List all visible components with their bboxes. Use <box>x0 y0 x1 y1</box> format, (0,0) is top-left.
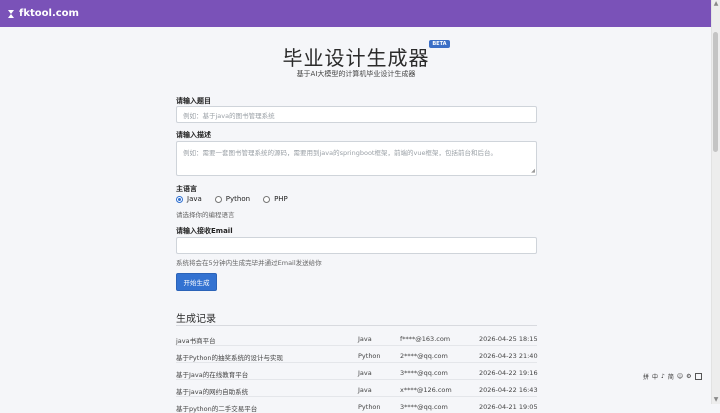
ime-grid-icon[interactable] <box>694 373 702 380</box>
ime-toolbar: 拼 中 ♪ 简 ☺ ⚙ <box>643 372 702 381</box>
radio-php-label: PHP <box>274 195 288 203</box>
topic-label: 请输入题目 <box>176 97 211 105</box>
ime-chinese-icon[interactable]: 中 <box>652 372 658 381</box>
record-name: 基于Java的在线教育平台 <box>176 371 249 379</box>
logo-text: fktool.com <box>19 8 79 19</box>
page-title-text: 毕业设计生成器 <box>282 46 430 70</box>
lang-label: 主语言 <box>176 185 197 193</box>
page-subtitle: 基于AI大模型的计算机毕业设计生成器 <box>296 70 416 78</box>
email-input[interactable] <box>176 237 537 254</box>
record-lang: Python <box>358 352 381 360</box>
page-title: 毕业设计生成器 BETA <box>282 40 450 71</box>
radio-java-dot[interactable] <box>176 195 183 203</box>
desc-label: 请输入描述 <box>176 131 211 139</box>
radio-python-dot[interactable] <box>214 195 222 203</box>
record-email: f****@163.com <box>400 335 451 343</box>
submit-button[interactable]: 开始生成 <box>176 273 217 291</box>
ime-settings-icon[interactable]: ⚙ <box>686 373 691 380</box>
desc-textarea[interactable]: 例如：需要一套图书管理系统的源码，需要用到java的springboot框架，前… <box>176 141 537 176</box>
desc-placeholder: 例如：需要一套图书管理系统的源码，需要用到java的springboot框架，前… <box>183 149 497 157</box>
radio-java-label: Java <box>187 195 202 203</box>
records-title: 生成记录 <box>176 314 216 325</box>
scrollbar-thumb[interactable] <box>713 32 718 152</box>
record-time: 2026-04-23 21:40 <box>479 352 538 360</box>
topic-placeholder: 例如：基于java的图书管理系统 <box>183 111 275 120</box>
record-lang: Java <box>358 335 372 343</box>
record-name: 基于java的网约自助系统 <box>176 388 249 396</box>
record-email: 3****@qq.com <box>400 403 448 411</box>
beta-badge: BETA <box>429 40 450 48</box>
lang-help: 请选择你的编程语言 <box>176 211 235 219</box>
ime-emoji-icon[interactable]: ☺ <box>677 373 683 380</box>
record-lang: Python <box>358 403 381 411</box>
record-name: 基于Python的抽奖系统的设计与实现 <box>176 354 284 362</box>
radio-php-dot[interactable] <box>263 195 271 203</box>
record-email: 2****@qq.com <box>400 352 448 360</box>
resize-handle-icon[interactable]: ◢ <box>531 168 535 174</box>
ime-simplified-icon[interactable]: 简 <box>668 372 674 381</box>
site-logo[interactable]: fktool.com <box>6 8 79 19</box>
record-email: 3****@qq.com <box>400 369 448 377</box>
record-lang: Java <box>358 369 372 377</box>
table-row[interactable]: 基于Java的在线教育平台 Java 3****@qq.com 2026-04-… <box>176 362 538 380</box>
page-scrollbar[interactable]: ▲ ▼ <box>711 0 720 404</box>
ime-music-icon[interactable]: ♪ <box>661 373 665 380</box>
record-time: 2026-04-21 19:05 <box>479 403 538 411</box>
record-time: 2026-04-22 19:16 <box>479 369 538 377</box>
email-help: 系统将会在5分钟内生成完毕并通过Email发送给你 <box>176 259 322 267</box>
radio-python-label: Python <box>225 195 251 203</box>
table-row[interactable]: 基于python的二手交易平台 Python 3****@qq.com 2026… <box>176 396 538 413</box>
top-nav-bar: fktool.com <box>0 0 712 27</box>
ime-pinyin-icon[interactable]: 拼 <box>643 372 649 381</box>
topic-input[interactable]: 例如：基于java的图书管理系统 <box>176 106 537 123</box>
record-email: x****@126.com <box>400 386 452 394</box>
table-row[interactable]: java书商平台 Java f****@163.com 2026-04-25 1… <box>176 328 538 346</box>
radio-java[interactable]: Java <box>176 195 202 203</box>
record-name: java书商平台 <box>176 337 216 345</box>
table-row[interactable]: 基于Python的抽奖系统的设计与实现 Python 2****@qq.com … <box>176 345 538 363</box>
radio-python[interactable]: Python <box>214 195 251 203</box>
records-divider <box>176 325 537 326</box>
record-lang: Java <box>358 386 372 394</box>
record-time: 2026-04-22 16:43 <box>479 386 538 394</box>
email-label: 请输入接收Email <box>176 227 233 235</box>
scroll-down-icon[interactable]: ▼ <box>713 397 719 403</box>
radio-php[interactable]: PHP <box>263 195 288 203</box>
logo-icon <box>8 9 14 18</box>
scroll-up-icon[interactable]: ▲ <box>713 1 719 7</box>
page-header: 毕业设计生成器 BETA <box>0 40 712 71</box>
lang-radio-group: Java Python PHP <box>176 195 301 203</box>
record-time: 2026-04-25 18:15 <box>479 335 538 343</box>
record-name: 基于python的二手交易平台 <box>176 405 258 413</box>
table-row[interactable]: 基于java的网约自助系统 Java x****@126.com 2026-04… <box>176 379 538 397</box>
